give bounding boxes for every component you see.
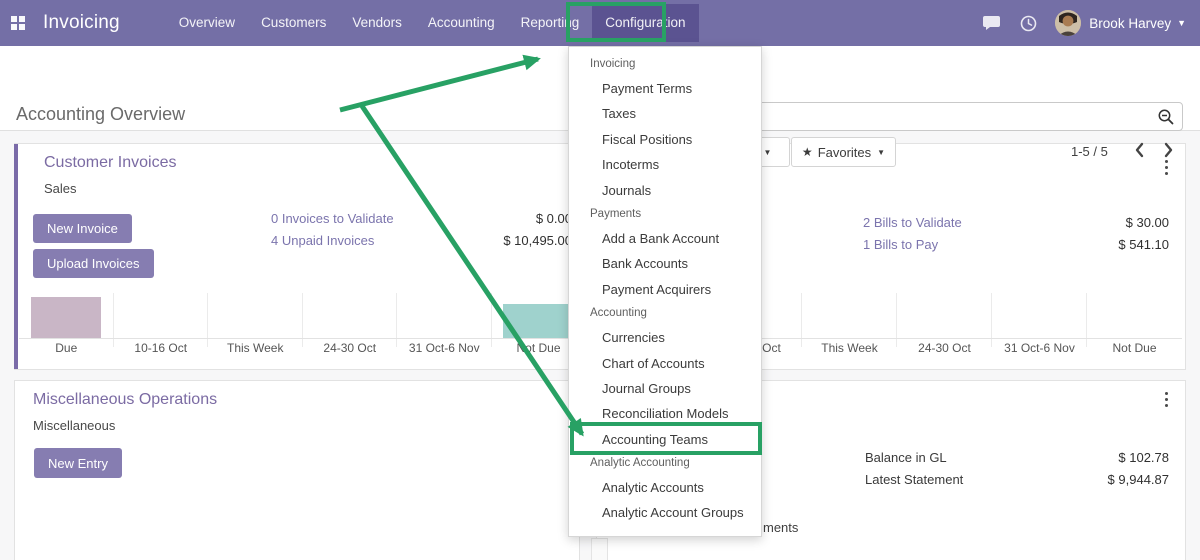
- balance-in-gl-link[interactable]: Balance in GL: [865, 450, 947, 465]
- nav-item-reporting[interactable]: Reporting: [508, 4, 593, 42]
- configuration-dropdown-menu: Invoicing Payment Terms Taxes Fiscal Pos…: [568, 46, 762, 537]
- messages-icon[interactable]: [983, 15, 1002, 31]
- invoice-stats: 0 Invoices to Validate $ 0.00 4 Unpaid I…: [271, 207, 572, 251]
- chart-baseline: [19, 338, 586, 339]
- new-entry-button[interactable]: New Entry: [34, 448, 122, 478]
- page-title: Accounting Overview: [16, 104, 185, 125]
- bills-stats: 2 Bills to Validate $ 30.00 1 Bills to P…: [863, 211, 1169, 255]
- favorites-button[interactable]: ★Favorites▼: [791, 137, 896, 167]
- invoicing-dashboard-app: Invoicing Overview Customers Vendors Acc…: [0, 0, 1200, 560]
- new-invoice-button[interactable]: New Invoice: [33, 214, 132, 243]
- pager-previous-button[interactable]: [1133, 142, 1147, 163]
- x-label: 10-16 Oct: [114, 341, 209, 355]
- x-label: 31 Oct-6 Nov: [397, 341, 492, 355]
- nav-right-section: Brook Harvey ▼: [983, 0, 1200, 46]
- unpaid-invoices-amount: $ 10,495.00: [503, 233, 572, 248]
- card-miscellaneous-operations: Miscellaneous Operations Miscellaneous N…: [14, 380, 580, 560]
- invoices-mini-bar-chart: Due 10-16 Oct This Week 24-30 Oct 31 Oct…: [19, 293, 586, 360]
- user-name[interactable]: Brook Harvey: [1089, 16, 1171, 31]
- app-brand[interactable]: Invoicing: [43, 12, 120, 34]
- menu-section-accounting: Accounting: [569, 302, 761, 325]
- bank-stats: Balance in GL $ 102.78 Latest Statement …: [865, 446, 1169, 490]
- menu-item-currencies[interactable]: Currencies: [569, 325, 761, 350]
- stat-row: 0 Invoices to Validate $ 0.00: [271, 207, 572, 229]
- nav-item-overview[interactable]: Overview: [166, 4, 248, 42]
- search-icon: [1157, 108, 1175, 126]
- menu-item-analytic-accounts[interactable]: Analytic Accounts: [569, 475, 761, 500]
- menu-item-add-a-bank-account[interactable]: Add a Bank Account: [569, 226, 761, 251]
- card-subtitle-sales: Sales: [44, 181, 77, 196]
- x-label: 24-30 Oct: [303, 341, 398, 355]
- x-label: Not Due: [1087, 341, 1182, 355]
- card-kebab-menu-icon[interactable]: [1165, 392, 1169, 407]
- x-label: This Week: [802, 341, 897, 355]
- card-customer-invoices: Customer Invoices Sales New Invoice Uplo…: [14, 143, 580, 370]
- x-label: Due: [19, 341, 114, 355]
- x-label: 24-30 Oct: [897, 341, 992, 355]
- top-navbar: Invoicing Overview Customers Vendors Acc…: [0, 0, 1200, 46]
- truncated-text-fragment: ments: [763, 520, 798, 535]
- menu-section-invoicing: Invoicing: [569, 53, 761, 76]
- chart-bar-not-due[interactable]: [503, 304, 573, 338]
- menu-item-payment-terms[interactable]: Payment Terms: [569, 76, 761, 101]
- bills-to-pay-amount: $ 541.10: [1118, 237, 1169, 252]
- menu-section-analytic-accounting: Analytic Accounting: [569, 452, 761, 475]
- nav-item-vendors[interactable]: Vendors: [339, 4, 415, 42]
- nav-item-accounting[interactable]: Accounting: [415, 4, 508, 42]
- chart-bar-due[interactable]: [31, 297, 101, 338]
- caret-down-icon: ▼: [764, 148, 772, 157]
- x-label: 31 Oct-6 Nov: [992, 341, 1087, 355]
- stat-row: 2 Bills to Validate $ 30.00: [863, 211, 1169, 233]
- menu-item-journal-groups[interactable]: Journal Groups: [569, 376, 761, 401]
- nav-item-customers[interactable]: Customers: [248, 4, 339, 42]
- nav-item-configuration[interactable]: Configuration: [592, 4, 698, 42]
- latest-statement-amount: $ 9,944.87: [1108, 472, 1169, 487]
- menu-section-payments: Payments: [569, 203, 761, 226]
- user-avatar[interactable]: [1055, 10, 1081, 36]
- menu-item-incoterms[interactable]: Incoterms: [569, 152, 761, 177]
- x-label: This Week: [208, 341, 303, 355]
- partial-chart-bar: [591, 538, 608, 560]
- menu-item-accounting-teams[interactable]: Accounting Teams: [569, 427, 761, 452]
- menu-item-reconciliation-models[interactable]: Reconciliation Models: [569, 401, 761, 426]
- bills-to-validate-link[interactable]: 2 Bills to Validate: [863, 215, 962, 230]
- invoices-to-validate-link[interactable]: 0 Invoices to Validate: [271, 211, 394, 226]
- stat-row: Balance in GL $ 102.78: [865, 446, 1169, 468]
- card-subtitle-miscellaneous: Miscellaneous: [33, 418, 115, 433]
- invoices-to-validate-amount: $ 0.00: [536, 211, 572, 226]
- card-title-misc-operations[interactable]: Miscellaneous Operations: [33, 391, 217, 409]
- latest-statement-link[interactable]: Latest Statement: [865, 472, 963, 487]
- upload-invoices-button[interactable]: Upload Invoices: [33, 249, 154, 278]
- pager-count: 1-5 / 5: [1071, 144, 1108, 159]
- balance-in-gl-amount: $ 102.78: [1118, 450, 1169, 465]
- menu-item-fiscal-positions[interactable]: Fiscal Positions: [569, 127, 761, 152]
- star-icon: ★: [802, 145, 813, 159]
- apps-grid-icon[interactable]: [11, 16, 25, 30]
- menu-item-payment-acquirers[interactable]: Payment Acquirers: [569, 277, 761, 302]
- unpaid-invoices-link[interactable]: 4 Unpaid Invoices: [271, 233, 374, 248]
- stat-row: Latest Statement $ 9,944.87: [865, 468, 1169, 490]
- menu-item-bank-accounts[interactable]: Bank Accounts: [569, 251, 761, 276]
- menu-item-chart-of-accounts[interactable]: Chart of Accounts: [569, 351, 761, 376]
- caret-down-icon: ▼: [877, 148, 885, 157]
- card-accent-stripe: [14, 144, 18, 369]
- nav-menu: Overview Customers Vendors Accounting Re…: [166, 0, 699, 46]
- bills-to-pay-link[interactable]: 1 Bills to Pay: [863, 237, 938, 252]
- stat-row: 4 Unpaid Invoices $ 10,495.00: [271, 229, 572, 251]
- stat-row: 1 Bills to Pay $ 541.10: [863, 233, 1169, 255]
- chart-x-labels: Due 10-16 Oct This Week 24-30 Oct 31 Oct…: [19, 341, 586, 355]
- pager-next-button[interactable]: [1161, 142, 1175, 163]
- activities-clock-icon[interactable]: [1020, 15, 1037, 32]
- menu-item-analytic-account-groups[interactable]: Analytic Account Groups: [569, 500, 761, 525]
- menu-item-taxes[interactable]: Taxes: [569, 101, 761, 126]
- menu-item-journals[interactable]: Journals: [569, 178, 761, 203]
- card-title-customer-invoices[interactable]: Customer Invoices: [44, 154, 177, 172]
- user-menu-caret-icon[interactable]: ▼: [1177, 18, 1186, 28]
- bills-to-validate-amount: $ 30.00: [1126, 215, 1169, 230]
